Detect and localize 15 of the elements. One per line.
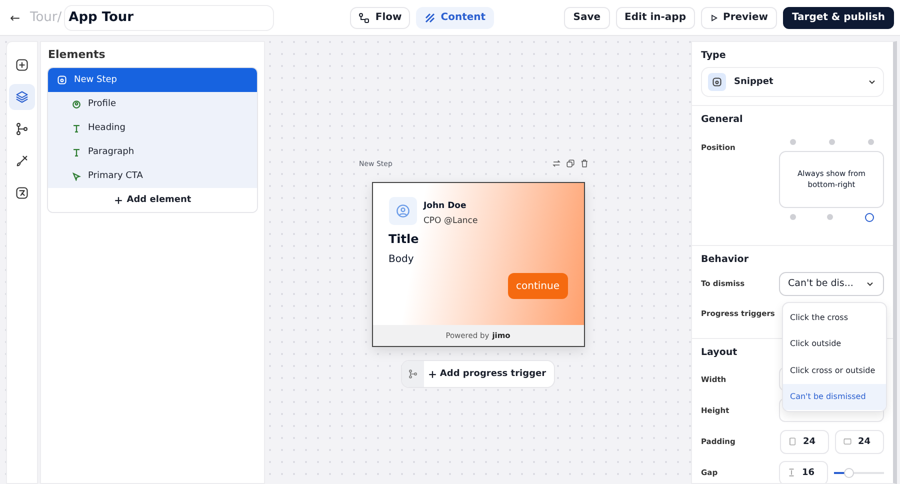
panel-title: Elements	[48, 48, 106, 61]
trigger-label: Add progress trigger	[440, 369, 546, 379]
element-label: Profile	[88, 99, 116, 109]
card-body: Body	[388, 254, 415, 265]
section-heading: Behavior	[701, 254, 749, 265]
section-heading: Type	[701, 50, 726, 61]
element-label: Paragraph	[88, 147, 134, 157]
profile-role: CPO @Lance	[424, 216, 478, 226]
step-label: New Step	[74, 75, 117, 85]
element-label: Heading	[88, 123, 126, 133]
section-heading: General	[701, 114, 743, 125]
section-heading: Layout	[701, 347, 738, 358]
element-label: Primary CTA	[88, 171, 143, 181]
card-title: Title	[388, 232, 420, 246]
profile-name: John Doe	[424, 201, 468, 211]
